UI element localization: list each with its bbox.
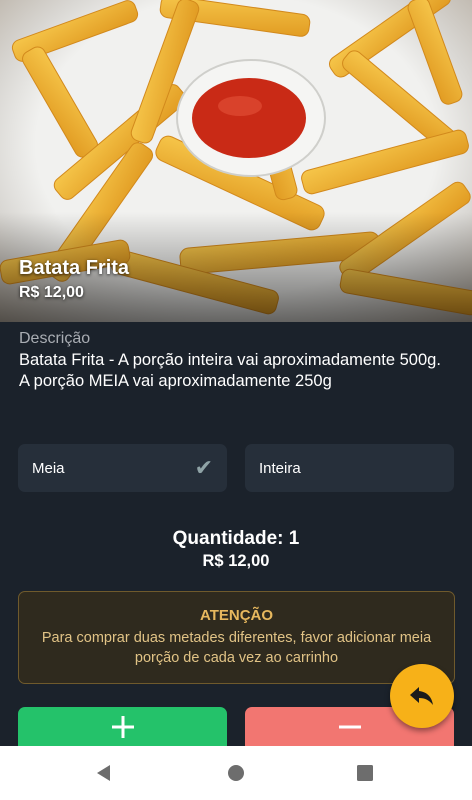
warning-title: ATENÇÃO bbox=[199, 607, 274, 624]
nav-home-button[interactable] bbox=[206, 746, 266, 800]
option-label: Inteira bbox=[259, 459, 301, 477]
plus-icon bbox=[111, 716, 134, 738]
warning-box: ATENÇÃO Para comprar duas metades difere… bbox=[18, 591, 455, 684]
system-navigation-bar bbox=[0, 746, 472, 800]
recents-square-icon bbox=[357, 765, 373, 781]
description-label: Descrição bbox=[19, 330, 91, 347]
product-name: Batata Frita bbox=[19, 257, 130, 279]
quantity-label: Quantidade: 1 bbox=[172, 528, 300, 549]
reply-arrow-icon bbox=[410, 687, 433, 705]
option-meia[interactable]: Meia ✔ bbox=[18, 444, 227, 492]
back-button[interactable] bbox=[390, 664, 454, 728]
description-text: Batata Frita - A porção inteira vai apro… bbox=[19, 350, 459, 392]
quantity-total: R$ 12,00 bbox=[202, 552, 270, 570]
checkmark-icon: ✔ bbox=[194, 455, 213, 480]
product-image: Batata Frita R$ 12,00 bbox=[0, 0, 472, 322]
minus-icon bbox=[338, 725, 361, 729]
option-inteira[interactable]: Inteira bbox=[245, 444, 454, 492]
back-triangle-icon bbox=[97, 765, 110, 781]
increase-quantity-button[interactable] bbox=[18, 707, 227, 747]
option-label: Meia bbox=[32, 459, 65, 477]
home-circle-icon bbox=[228, 765, 244, 781]
description-line: Batata Frita - A porção inteira vai apro… bbox=[19, 351, 441, 369]
warning-text: Para comprar duas metades diferentes, fa… bbox=[41, 630, 432, 666]
product-price: R$ 12,00 bbox=[19, 284, 84, 301]
nav-recents-button[interactable] bbox=[335, 746, 395, 800]
description-line: A porção MEIA vai aproximadamente 250g bbox=[19, 372, 332, 390]
nav-back-button[interactable] bbox=[74, 746, 134, 800]
